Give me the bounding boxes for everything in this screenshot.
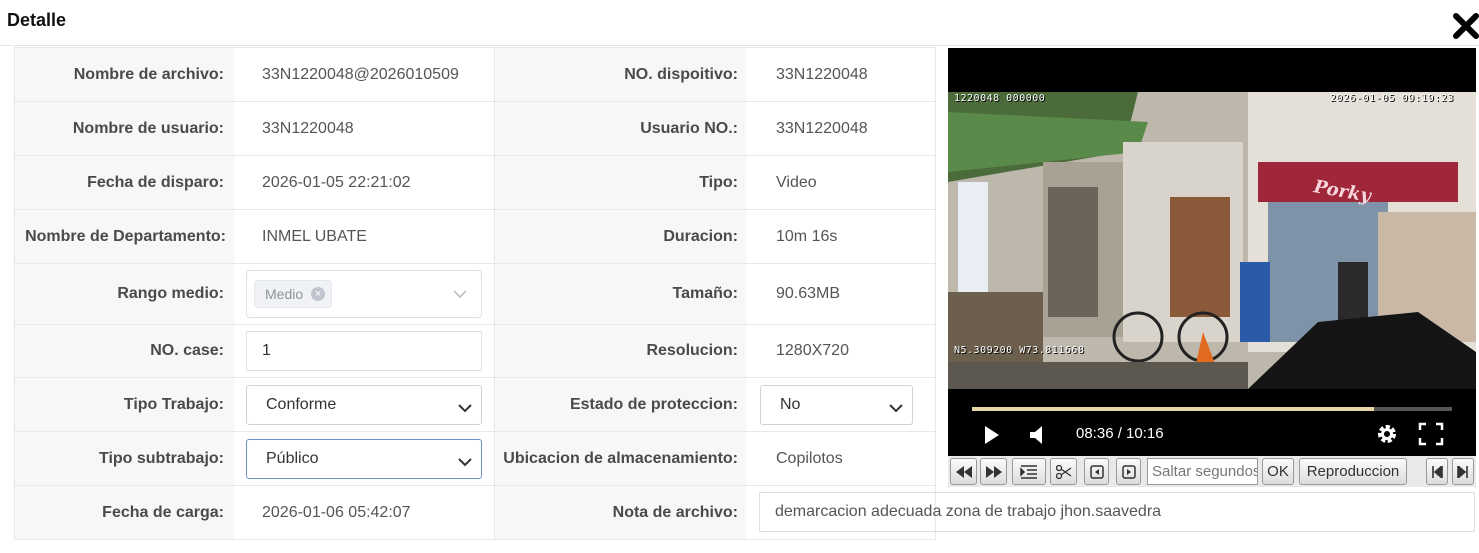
table-row: Tipo Trabajo: Conforme Estado de protecc… [15, 377, 935, 431]
upload-date-label: Fecha de carga: [15, 486, 234, 539]
scissors-icon[interactable] [1050, 458, 1077, 485]
rewind-icon[interactable] [950, 458, 977, 485]
table-row: Rango medio: Medio × Tamaño: 90.63MB [15, 263, 935, 324]
osd-gps: N5.309200 W73.811668 [954, 345, 1085, 356]
video-progress-fill [972, 407, 1375, 411]
file-name-value: 33N1220048@2026010509 [234, 48, 495, 101]
table-row: Fecha de disparo: 2026-01-05 22:21:02 Ti… [15, 155, 935, 209]
work-type-label: Tipo Trabajo: [15, 378, 234, 431]
tag-close-icon[interactable]: × [311, 287, 326, 301]
detail-table: Nombre de archivo: 33N1220048@2026010509… [14, 47, 936, 540]
storage-location-value: Copilotos [776, 449, 843, 467]
trigger-date-value: 2026-01-05 22:21:02 [234, 156, 495, 209]
file-note-input[interactable]: demarcacion adecuada zona de trabajo jho… [759, 492, 1475, 532]
video-player[interactable]: Porky 1220048 000000 2026-01-05 09:19:23… [948, 48, 1476, 456]
fast-forward-icon[interactable] [980, 458, 1007, 485]
fullscreen-icon[interactable] [1418, 422, 1444, 451]
case-no-label: NO. case: [15, 325, 234, 377]
ok-button[interactable]: OK [1262, 458, 1294, 485]
playback-toolbar: Saltar segundos OK Reproduccion [948, 456, 1476, 487]
protection-state-label: Estado de proteccion: [495, 378, 746, 431]
type-label: Tipo: [495, 156, 746, 209]
skip-end-icon[interactable] [1452, 458, 1474, 485]
user-name-value: 33N1220048 [234, 102, 495, 155]
duration-value: 10m 16s [776, 227, 838, 245]
table-row: Nombre de usuario: 33N1220048 Usuario NO… [15, 101, 935, 155]
osd-timestamp: 2026-01-05 09:19:23 [1330, 93, 1454, 104]
case-no-cell: 1 [234, 325, 495, 377]
table-row: Tipo subtrabajo: Público Ubicacion de al… [15, 431, 935, 485]
close-icon[interactable] [1452, 12, 1479, 42]
jump-seconds-input[interactable]: Saltar segundos [1147, 458, 1258, 485]
file-name-label: Nombre de archivo: [15, 48, 234, 101]
volume-icon[interactable] [1028, 425, 1046, 450]
user-name-label: Nombre de usuario: [15, 102, 234, 155]
user-no-value: 33N1220048 [776, 119, 868, 137]
department-label: Nombre de Departamento: [15, 210, 234, 263]
chevron-down-icon [889, 400, 903, 418]
skip-start-icon[interactable] [1426, 458, 1448, 485]
list-icon[interactable] [1012, 458, 1046, 485]
media-range-tag: Medio × [254, 280, 333, 308]
work-type-select[interactable]: Conforme [246, 384, 482, 425]
media-range-label: Rango medio: [15, 264, 234, 324]
osd-device-id: 1220048 000000 [954, 93, 1046, 104]
trigger-date-label: Fecha de disparo: [15, 156, 234, 209]
play-icon[interactable] [983, 425, 1001, 450]
resolution-value: 1280X720 [776, 342, 849, 359]
video-time: 08:36 / 10:16 [1076, 425, 1164, 442]
dialog-header: Detalle [0, 0, 1479, 46]
duration-label: Duracion: [495, 210, 746, 263]
upload-date-value: 2026-01-06 05:42:07 [234, 486, 495, 539]
work-subtype-cell: Público [234, 432, 495, 485]
table-row: Nombre de Departamento: INMEL UBATE Dura… [15, 209, 935, 263]
chevron-down-icon [458, 454, 472, 472]
protection-state-select[interactable]: No [760, 384, 913, 425]
case-no-input[interactable]: 1 [246, 331, 482, 371]
work-subtype-select[interactable]: Público [246, 438, 482, 479]
size-label: Tamaño: [495, 264, 746, 324]
work-type-cell: Conforme [234, 378, 495, 431]
chevron-down-icon [458, 400, 472, 418]
video-progress-bar[interactable] [972, 407, 1452, 411]
protection-state-selected: No [780, 395, 801, 413]
protection-state-cell: No [746, 378, 935, 431]
work-type-selected: Conforme [266, 395, 337, 413]
device-no-label: NO. dispoitivo: [495, 48, 746, 101]
table-row: Nombre de archivo: 33N1220048@2026010509… [15, 47, 935, 101]
table-row: NO. case: 1 Resolucion: 1280X720 [15, 324, 935, 377]
chevron-down-icon [453, 287, 467, 306]
work-subtype-selected: Público [266, 449, 319, 467]
department-value: INMEL UBATE [234, 210, 495, 263]
media-range-select[interactable]: Medio × [246, 270, 482, 318]
settings-gear-icon[interactable] [1375, 422, 1399, 451]
resolution-label: Resolucion: [495, 325, 746, 377]
video-controls: 08:36 / 10:16 [948, 416, 1476, 456]
prev-frame-icon[interactable] [1084, 458, 1109, 485]
work-subtype-label: Tipo subtrabajo: [15, 432, 234, 485]
file-note-label: Nota de archivo: [495, 486, 746, 539]
size-value: 90.63MB [776, 285, 841, 302]
media-range-cell: Medio × [234, 264, 495, 324]
storage-location-label: Ubicacion de almacenamiento: [495, 432, 746, 485]
device-no-value: 33N1220048 [776, 65, 868, 83]
next-frame-icon[interactable] [1116, 458, 1141, 485]
media-range-tag-label: Medio [265, 286, 304, 302]
playback-button[interactable]: Reproduccion [1299, 458, 1407, 485]
user-no-label: Usuario NO.: [495, 102, 746, 155]
video-frame: Porky 1220048 000000 2026-01-05 09:19:23… [948, 92, 1476, 389]
type-value: Video [776, 173, 817, 191]
dialog-title: Detalle [7, 10, 67, 30]
